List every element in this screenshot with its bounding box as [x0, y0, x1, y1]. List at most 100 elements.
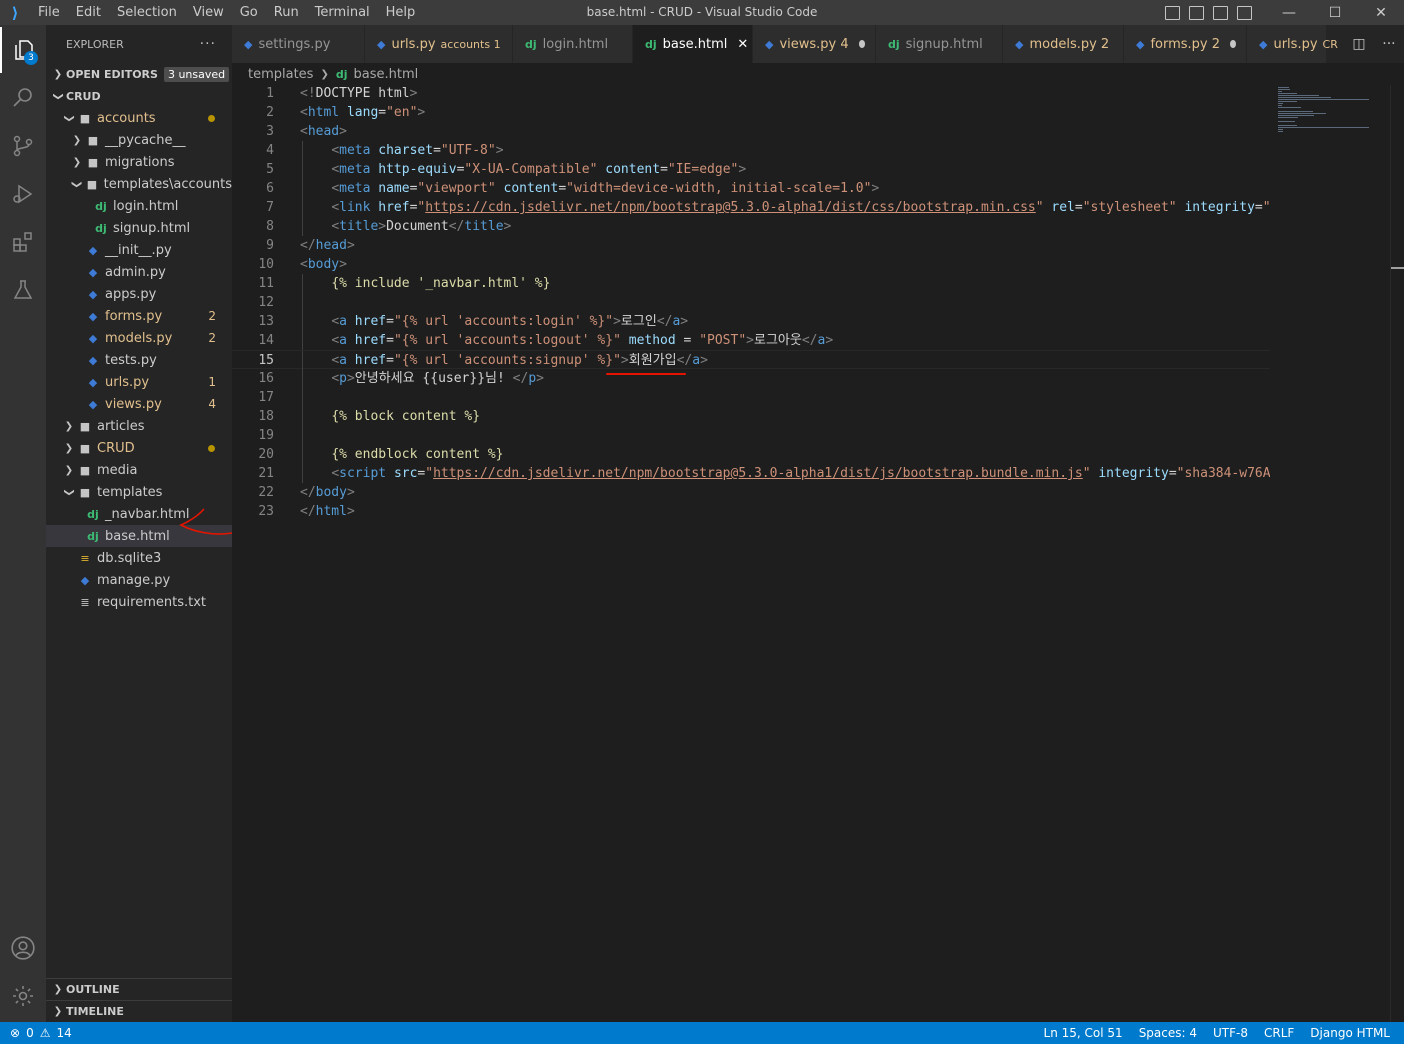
workspace-root[interactable]: ❯ CRUD: [46, 85, 232, 107]
tree-item[interactable]: ◆ views.py 4: [46, 393, 232, 415]
tree-item[interactable]: ◆ admin.py: [46, 261, 232, 283]
timeline-section[interactable]: ❯ TIMELINE: [46, 1000, 232, 1022]
language-mode[interactable]: Django HTML: [1310, 1026, 1390, 1040]
more-actions-icon[interactable]: ···: [200, 36, 216, 52]
tree-item[interactable]: ≣ requirements.txt: [46, 591, 232, 613]
code-line[interactable]: 20 {% endblock content %}: [232, 445, 1270, 464]
explorer-icon[interactable]: 3: [0, 27, 46, 73]
tab-models-py-2[interactable]: ◆ models.py 2: [1003, 25, 1124, 63]
tree-item[interactable]: ◆ __init__.py: [46, 239, 232, 261]
menu-go[interactable]: Go: [232, 0, 266, 25]
code-line[interactable]: 17: [232, 388, 1270, 407]
testing-icon[interactable]: [0, 267, 46, 313]
unsaved-dot-icon[interactable]: [858, 40, 865, 48]
code-line[interactable]: 9 </head>: [232, 236, 1270, 255]
tree-item[interactable]: ❯ ■ CRUD: [46, 437, 232, 459]
code-line[interactable]: 2 <html lang="en">: [232, 103, 1270, 122]
code-line[interactable]: 3 <head>: [232, 122, 1270, 141]
code-line[interactable]: 16 <p>안녕하세요 {{user}}님! </p>: [232, 369, 1270, 388]
tab-base-html[interactable]: dj base.html ✕: [633, 25, 753, 63]
close-window-button[interactable]: ✕: [1358, 0, 1404, 25]
indentation[interactable]: Spaces: 4: [1139, 1026, 1197, 1040]
menu-help[interactable]: Help: [378, 0, 424, 25]
tree-item[interactable]: dj signup.html: [46, 217, 232, 239]
code-line[interactable]: 11 {% include '_navbar.html' %}: [232, 274, 1270, 293]
code-line[interactable]: 8 <title>Document</title>: [232, 217, 1270, 236]
breadcrumb-folder[interactable]: templates: [248, 67, 313, 82]
account-icon[interactable]: [0, 925, 46, 971]
menu-run[interactable]: Run: [266, 0, 307, 25]
tree-item[interactable]: ❯ ■ accounts: [46, 107, 232, 129]
code-line[interactable]: 7 <link href = "https://cdn.jsdelivr.net/n…: [232, 198, 1270, 217]
open-editors-section[interactable]: ❯ OPEN EDITORS 3 unsaved: [46, 63, 232, 85]
end-of-line[interactable]: CRLF: [1264, 1026, 1294, 1040]
code-line[interactable]: 22 </body>: [232, 483, 1270, 502]
code-editor[interactable]: 1 <!DOCTYPE html> 2 <html lang="en"> 3 <head>…: [232, 85, 1270, 1022]
code-line[interactable]: 12: [232, 293, 1270, 312]
tree-item[interactable]: ◆ models.py 2: [46, 327, 232, 349]
tree-item[interactable]: ❯ ■ migrations: [46, 151, 232, 173]
tree-item[interactable]: ❯ ■ templates: [46, 481, 232, 503]
tab-views-py-4[interactable]: ◆ views.py 4: [753, 25, 876, 63]
search-icon[interactable]: [0, 75, 46, 121]
code-line[interactable]: 10 <body>: [232, 255, 1270, 274]
toggle-secondary-sidebar-icon[interactable]: [1213, 5, 1228, 20]
run-debug-icon[interactable]: [0, 171, 46, 217]
cursor-position[interactable]: Ln 15, Col 51: [1044, 1026, 1123, 1040]
tab-settings-py[interactable]: ◆ settings.py: [232, 25, 365, 63]
tree-item[interactable]: ❯ ■ templates\accounts: [46, 173, 232, 195]
code-line[interactable]: 13 <a href="{% url 'accounts:login' %}">…: [232, 312, 1270, 331]
unsaved-dot-icon[interactable]: [1230, 40, 1236, 48]
tab-login-html[interactable]: dj login.html: [513, 25, 633, 63]
split-editor-icon[interactable]: ◫: [1352, 36, 1365, 52]
tree-item[interactable]: dj login.html: [46, 195, 232, 217]
close-icon[interactable]: ✕: [737, 37, 748, 52]
outline-section[interactable]: ❯ OUTLINE: [46, 978, 232, 1000]
tree-item[interactable]: ❯ ■ articles: [46, 415, 232, 437]
tree-item[interactable]: ◆ manage.py: [46, 569, 232, 591]
source-control-icon[interactable]: [0, 123, 46, 169]
code-line[interactable]: 15 <a href="{% url 'accounts:signup' %}"…: [232, 350, 1270, 370]
tree-item[interactable]: ≡ db.sqlite3: [46, 547, 232, 569]
minimize-button[interactable]: —: [1266, 0, 1312, 25]
settings-gear-icon[interactable]: [0, 973, 46, 1019]
more-actions-icon[interactable]: ···: [1382, 36, 1395, 52]
menu-edit[interactable]: Edit: [68, 0, 109, 25]
code-line[interactable]: 1 <!DOCTYPE html>: [232, 85, 1270, 103]
vertical-scrollbar[interactable]: [1390, 85, 1404, 1022]
tree-item[interactable]: ◆ apps.py: [46, 283, 232, 305]
code-line[interactable]: 14 <a href="{% url 'accounts:logout' %}"…: [232, 331, 1270, 350]
minimap[interactable]: [1270, 85, 1390, 1022]
tab-signup-html[interactable]: dj signup.html: [876, 25, 1003, 63]
menu-terminal[interactable]: Terminal: [307, 0, 378, 25]
tab-urls-py[interactable]: ◆ urls.py CR: [1247, 25, 1338, 63]
tab-urls-py[interactable]: ◆ urls.py accounts 1: [365, 25, 513, 63]
tree-item[interactable]: ◆ tests.py: [46, 349, 232, 371]
customize-layout-icon[interactable]: [1237, 5, 1252, 20]
menu-file[interactable]: File: [30, 0, 68, 25]
tab-forms-py-2[interactable]: ◆ forms.py 2: [1124, 25, 1247, 63]
problems-status[interactable]: ⊗ 0 ⚠ 14: [0, 1026, 72, 1040]
encoding[interactable]: UTF-8: [1213, 1026, 1248, 1040]
toggle-panel-icon[interactable]: [1189, 5, 1204, 20]
code-line[interactable]: 4 <meta charset="UTF-8">: [232, 141, 1270, 160]
toggle-sidebar-icon[interactable]: [1165, 5, 1180, 20]
token: {% endblock content %}: [331, 447, 504, 462]
code-line[interactable]: 6 <meta name="viewport" content="width=d…: [232, 179, 1270, 198]
tree-item[interactable]: ◆ forms.py 2: [46, 305, 232, 327]
tree-item[interactable]: ❯ ■ __pycache__: [46, 129, 232, 151]
tree-item[interactable]: ❯ ■ media: [46, 459, 232, 481]
token: script: [339, 466, 387, 481]
tree-item[interactable]: ◆ urls.py 1: [46, 371, 232, 393]
breadcrumb-file[interactable]: base.html: [354, 67, 419, 82]
menu-selection[interactable]: Selection: [109, 0, 185, 25]
token: href: [354, 353, 387, 368]
code-line[interactable]: 19: [232, 426, 1270, 445]
extensions-icon[interactable]: [0, 219, 46, 265]
code-line[interactable]: 21 <script src = "https://cdn.jsdelivr.net…: [232, 464, 1270, 483]
code-line[interactable]: 5 <meta http-equiv = "X-UA-Compatible" con…: [232, 160, 1270, 179]
maximize-button[interactable]: ☐: [1312, 0, 1358, 25]
menu-view[interactable]: View: [185, 0, 232, 25]
code-line[interactable]: 18 {% block content %}: [232, 407, 1270, 426]
code-line[interactable]: 23 </html>: [232, 502, 1270, 521]
